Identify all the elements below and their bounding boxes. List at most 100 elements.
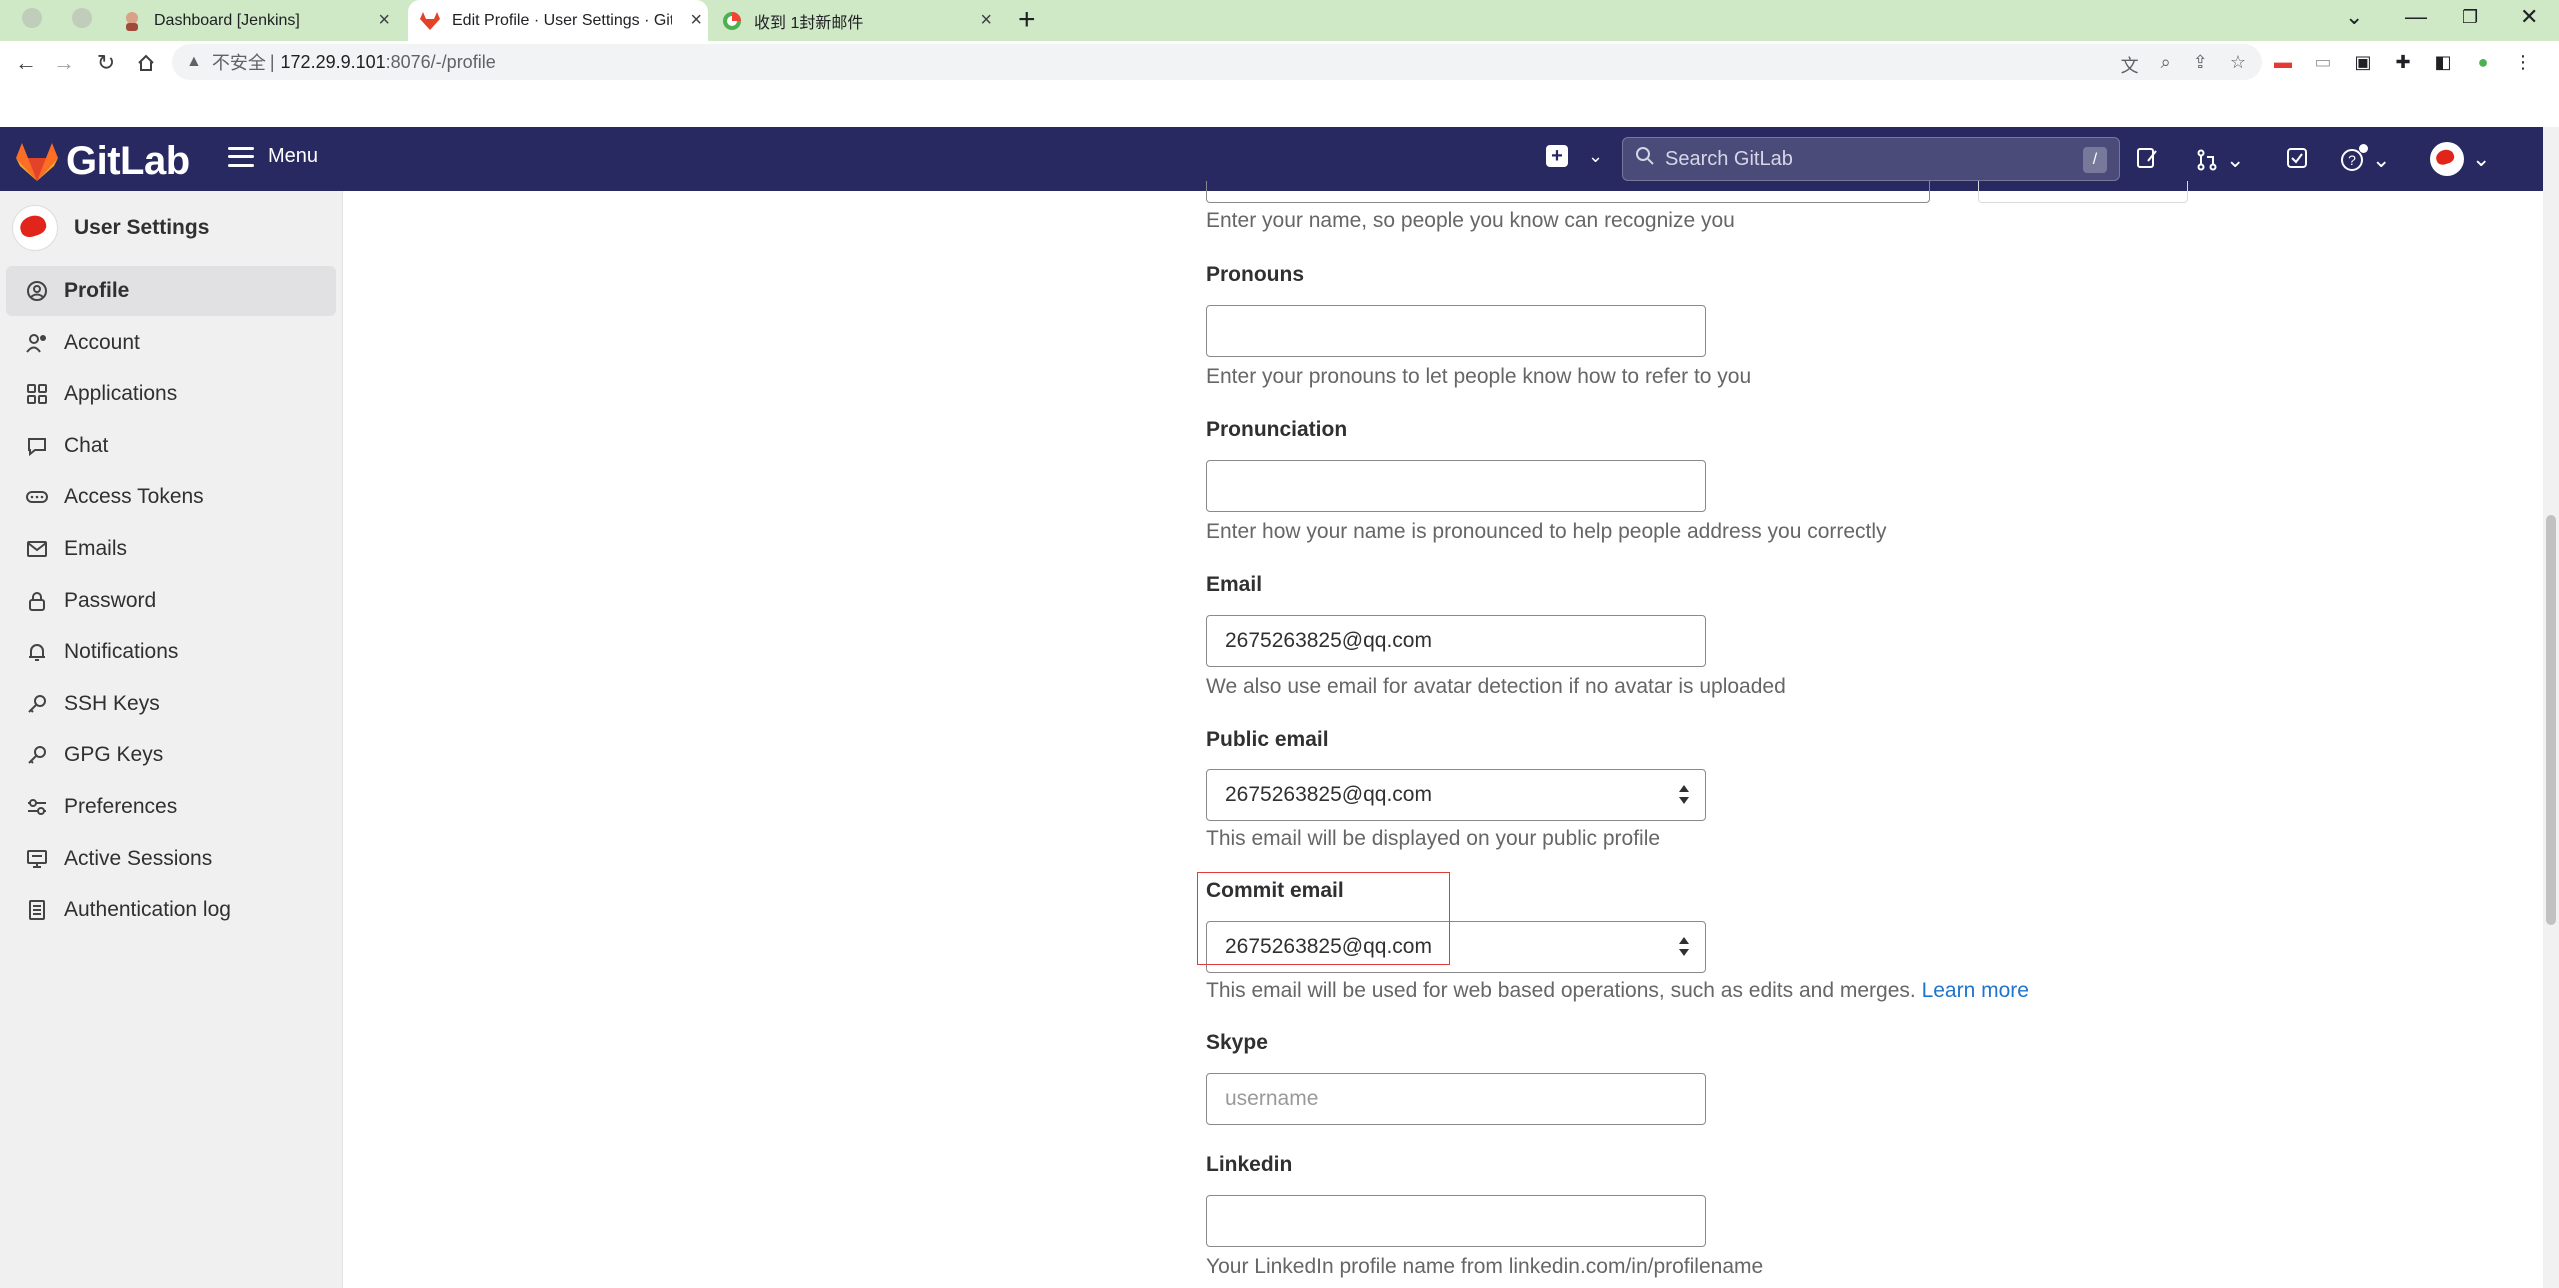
address-bar[interactable]: ▲ 不安全 | 172.29.9.101 :8076/-/profile ⽂ ⌕… [172,44,2262,80]
linkedin-label: Linkedin [1206,1153,1293,1176]
home-icon[interactable] [128,45,164,81]
bell-icon [24,639,50,665]
sidebar-item-label: Preferences [64,794,178,818]
help-question-icon: ? [2340,144,2368,172]
email-field[interactable]: 2675263825@qq.com [1206,615,1706,667]
commit-email-help-text: This email will be used for web based op… [1206,979,2029,1003]
gitlab-wordmark: GitLab [66,139,190,183]
restore-window-icon[interactable]: ❐ [2462,7,2478,28]
gitlab-favicon-icon [420,11,440,31]
sidebar-item-chat[interactable]: Chat [6,421,336,471]
browser-menu-icon[interactable]: ⋮ [2512,51,2534,73]
token-icon [24,484,50,510]
close-window-icon[interactable]: ✕ [2520,4,2538,30]
chevron-down-icon: ⌄ [1588,145,1604,166]
user-avatar-dropdown[interactable]: ⌄ [2430,142,2490,176]
tab-history-icon[interactable] [72,8,92,28]
browser-tab-gitlab[interactable]: Edit Profile · User Settings · Git × [408,0,708,41]
search-shortcut-key: / [2083,147,2107,173]
skype-input[interactable]: username [1206,1073,1706,1125]
sidebar-item-emails[interactable]: Emails [6,524,336,574]
todos-icon[interactable] [2286,147,2308,169]
mail-favicon-icon [722,11,742,31]
jenkins-favicon-icon [122,11,142,31]
scrollbar-thumb[interactable] [2546,515,2556,925]
bookmark-star-icon[interactable]: ☆ [2230,52,2246,78]
sidebar-item-gpg-keys[interactable]: GPG Keys [6,730,336,780]
select-arrows-icon [1677,783,1691,807]
close-tab-icon[interactable]: × [378,9,390,32]
avatar [12,205,58,251]
pronouns-input[interactable] [1206,305,1706,357]
sidebar-item-label: Notifications [64,640,179,664]
sidebar-item-active-sessions[interactable]: Active Sessions [6,834,336,884]
gitlab-logo[interactable]: GitLab [16,139,190,184]
linkedin-input[interactable] [1206,1195,1706,1247]
browser-tab-mail[interactable]: 收到 1封新邮件 × [712,0,1006,41]
extension-screen-icon[interactable]: ▣ [2352,51,2374,73]
sidebar-item-account[interactable]: Account [6,318,336,368]
url-host: 172.29.9.101 [280,51,386,72]
tab-search-icon[interactable] [22,8,42,28]
learn-more-link[interactable]: Learn more [1922,979,2029,1002]
close-tab-icon[interactable]: × [690,9,702,32]
merge-requests-dropdown[interactable]: ⌄ [2196,147,2244,173]
close-tab-icon[interactable]: × [980,9,992,32]
tab-search-chevron-icon[interactable]: ⌄ [2345,4,2363,30]
full-name-input[interactable] [1206,181,1930,203]
sidebar-item-password[interactable]: Password [6,576,336,626]
sidebar-item-label: Access Tokens [64,485,204,509]
commit-email-help-sentence: This email will be used for web based op… [1206,979,1916,1002]
search-input[interactable]: Search GitLab / [1622,137,2120,181]
share-icon[interactable]: ⇪ [2193,52,2208,78]
sidebar-item-label: Authentication log [64,898,231,922]
extension-grey-icon[interactable]: ▭ [2312,51,2334,73]
hamburger-icon [228,146,254,167]
pronunciation-input[interactable] [1206,460,1706,512]
gitlab-tanuki-icon [16,142,58,181]
pronouns-label: Pronouns [1206,263,1304,286]
main-menu-button[interactable]: Menu [228,145,318,168]
sidebar-item-notifications[interactable]: Notifications [6,627,336,677]
profile-avatar-icon[interactable]: ● [2472,51,2494,73]
sidebar-item-preferences[interactable]: Preferences [6,782,336,832]
sidebar-item-ssh-keys[interactable]: SSH Keys [6,679,336,729]
security-label: 不安全 [211,53,266,73]
extension-red-icon[interactable]: ▬ [2272,51,2294,73]
sidebar-item-label: SSH Keys [64,691,160,715]
sidebar-item-profile[interactable]: Profile [6,266,336,316]
back-arrow-icon[interactable]: ← [8,45,44,81]
warning-triangle-icon[interactable]: ▲ [186,53,202,71]
sidebar-item-label: GPG Keys [64,743,164,767]
public-email-label: Public email [1206,728,1329,751]
merge-request-icon [2197,149,2217,171]
sidebar-item-authentication-log[interactable]: Authentication log [6,885,336,935]
translate-icon[interactable]: ⽂ [2121,52,2139,78]
forward-arrow-icon[interactable]: → [46,45,82,81]
extensions-puzzle-icon[interactable]: ✚ [2392,51,2414,73]
log-icon [24,897,50,923]
new-tab-button[interactable]: + [1018,4,1036,36]
reload-icon[interactable]: ↻ [88,45,124,81]
name-side-button[interactable] [1978,181,2188,203]
side-panel-icon[interactable]: ◧ [2432,51,2454,73]
public-email-select[interactable]: 2675263825@qq.com [1206,769,1706,821]
sidebar-item-access-tokens[interactable]: Access Tokens [6,472,336,522]
minimize-window-icon[interactable]: — [2405,4,2427,30]
user-settings-sidebar: User Settings Profile Account Applicatio… [0,191,343,1288]
create-new-dropdown[interactable]: + ⌄ [1546,145,1603,167]
zoom-icon[interactable]: ⌕ [2161,52,2171,78]
sidebar-nav: Profile Account Applications Chat Access… [6,266,336,937]
monitor-icon [24,846,50,872]
sidebar-item-label: Applications [64,382,178,406]
help-dropdown[interactable]: ? ⌄ [2340,144,2390,173]
issues-icon[interactable] [2136,147,2158,169]
sidebar-item-applications[interactable]: Applications [6,369,336,419]
bookmark-bar-area [0,87,2559,127]
page-scrollbar[interactable] [2543,127,2559,1288]
sidebar-header[interactable]: User Settings [12,205,209,251]
browser-tab-jenkins[interactable]: Dashboard [Jenkins] × [110,0,404,41]
pronunciation-help-text: Enter how your name is pronounced to hel… [1206,520,1887,543]
svg-text:?: ? [2348,152,2356,168]
pronouns-help-text: Enter your pronouns to let people know h… [1206,365,1752,388]
